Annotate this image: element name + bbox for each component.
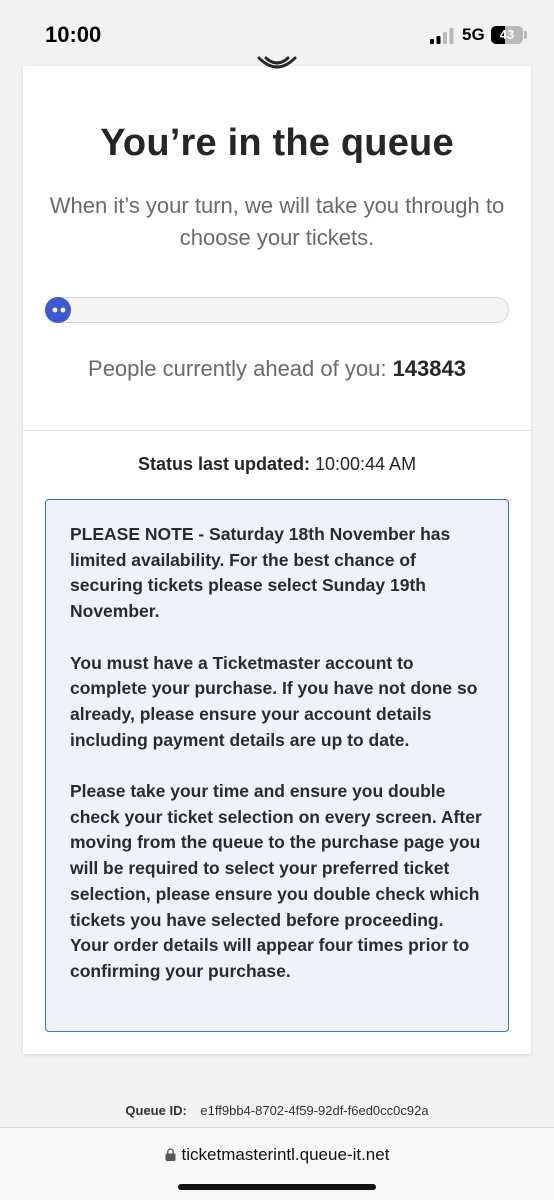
queue-progress-bar	[45, 297, 509, 323]
cellular-signal-icon	[430, 28, 454, 44]
status-time: 10:00	[45, 22, 102, 47]
page-subtitle: When it’s your turn, we will take you th…	[49, 193, 505, 250]
queue-logo-icon	[257, 56, 297, 69]
notice-paragraph: You must have a Ticketmaster account to …	[70, 652, 478, 750]
notice-box: PLEASE NOTE - Saturday 18th November has…	[45, 499, 509, 1032]
notice-paragraph: Please take your time and ensure you dou…	[70, 781, 482, 981]
queue-progress-fill	[45, 297, 71, 323]
battery-icon: 43	[491, 26, 523, 44]
url-display[interactable]: ticketmasterintl.queue-it.net	[0, 1145, 554, 1165]
people-ahead-count: 143843	[392, 356, 466, 381]
queue-id-line: Queue ID: e1ff9bb4-8702-4f59-92df-f6ed0c…	[0, 1103, 554, 1118]
lock-icon	[165, 1148, 176, 1161]
status-updated-text: Status last updated: 10:00:44 AM	[23, 454, 531, 475]
status-updated-label: Status last updated:	[137, 454, 310, 474]
browser-address-bar[interactable]: ticketmasterintl.queue-it.net	[0, 1127, 554, 1200]
page-title: You’re in the queue	[100, 122, 454, 164]
progress-dots-icon	[52, 307, 66, 313]
people-ahead-text: People currently ahead of you: 143843	[23, 356, 531, 382]
queue-id-value: e1ff9bb4-8702-4f59-92df-f6ed0cc0c92a	[200, 1103, 429, 1118]
network-type: 5G	[462, 25, 485, 44]
queue-card: You’re in the queue When it’s your turn,…	[23, 56, 531, 1054]
battery-level: 43	[499, 27, 515, 42]
url-text: ticketmasterintl.queue-it.net	[181, 1145, 390, 1164]
home-indicator[interactable]	[178, 1184, 376, 1190]
section-divider	[23, 430, 531, 431]
people-ahead-label: People currently ahead of you:	[88, 356, 387, 381]
status-updated-time: 10:00:44 AM	[314, 454, 417, 474]
battery-tip	[524, 31, 527, 39]
notice-paragraph: PLEASE NOTE - Saturday 18th November has…	[70, 524, 451, 622]
queue-id-label: Queue ID:	[125, 1103, 187, 1118]
